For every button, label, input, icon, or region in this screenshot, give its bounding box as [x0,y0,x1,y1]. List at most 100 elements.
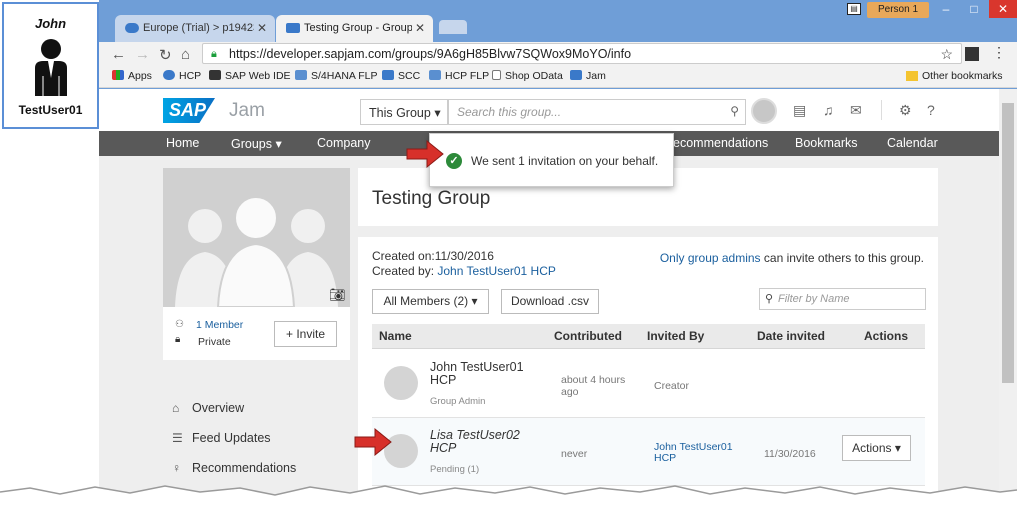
member-role: Group Admin [430,396,486,407]
url-text: https://developer.sapjam.com/groups/9A6g… [229,47,632,61]
jam-tab-icon [286,23,300,33]
download-csv-button[interactable]: Download .csv [501,289,599,314]
tab-label: Testing Group - Group In [304,22,426,34]
red-arrow-toast-icon [406,139,444,169]
actions-dropdown[interactable]: Actions ▾ [842,435,911,461]
avatar[interactable] [751,98,777,124]
scrollbar-thumb[interactable] [1002,103,1014,383]
sidebar-item-recommendations[interactable]: ♀ Recommendations [172,461,296,475]
camera-icon[interactable]: 📷︎ [329,287,346,303]
bookmark-hcp[interactable]: HCP [163,70,201,82]
lightbulb-icon: ♀ [172,461,181,475]
new-tab-button[interactable] [439,20,467,34]
menu-icon[interactable]: ⋮ [992,44,1006,61]
col-name[interactable]: Name [379,329,412,343]
search-icon[interactable]: ⚲ [730,104,739,118]
table-row[interactable]: John TestUser01 HCP Group Admin about 4 h… [372,350,925,418]
nav-calendar[interactable]: Calendar [887,136,938,150]
chart-icon [295,70,307,80]
filter-input[interactable]: ⚲ Filter by Name [759,288,926,310]
search-scope-select[interactable]: This Group ▾ [360,99,448,125]
sidebar-item-overview[interactable]: ⌂ Overview [172,401,244,415]
help-icon[interactable]: ? [927,102,935,118]
user-last-name: TestUser01 [18,103,83,117]
lock-icon: 🔒︎ [211,48,217,60]
torn-edge [0,485,1017,515]
col-contributed[interactable]: Contributed [554,329,622,343]
member-status: Pending (1) [430,464,480,475]
window-controls: – □ ✕ [933,0,1017,18]
extension-icon[interactable] [965,47,979,61]
rss-icon: ☰ [172,431,183,445]
user-card: John TestUser01 [2,2,99,129]
nav-home[interactable]: Home [166,136,199,150]
jam-header: SAP Jam This Group ▾ Search this group..… [99,89,999,131]
home-icon[interactable]: ⌂ [181,46,190,63]
close-window-icon[interactable]: ✕ [989,0,1017,18]
nav-bookmarks[interactable]: Bookmarks [795,136,858,150]
back-icon[interactable]: ← [111,46,126,63]
sidebar-item-feed-updates[interactable]: ☰ Feed Updates [172,431,271,445]
creator-link[interactable]: John TestUser01 HCP [437,264,556,278]
tab-testing-group[interactable]: Testing Group - Group In ✕ [276,15,433,42]
sap-logo[interactable]: SAP [163,98,215,123]
bookmark-star-icon[interactable]: ☆ [940,46,953,63]
members-card: Created on:11/30/2016 Created by: John T… [358,237,938,500]
nav-recommendations[interactable]: Recommendations [664,136,768,150]
page-title: Testing Group [372,188,491,209]
tab-label: Europe (Trial) > p194232 [143,22,266,34]
lock-icon: 🔒︎ [175,334,181,345]
profile-badge[interactable]: Person 1 [867,2,929,18]
member-name[interactable]: John TestUser01 HCP [430,361,524,387]
clipboard-icon[interactable]: ▤ [793,102,806,119]
bookmark-scc[interactable]: SCC [382,70,420,82]
maximize-icon[interactable]: □ [961,0,987,18]
contributed: never [561,448,588,460]
browser-window: Europe (Trial) > p194232 ✕ Testing Group… [99,0,1017,500]
group-profile-card: 📷︎ ⚇ 1 Member 🔒︎ Private + Invite [163,168,350,360]
search-icon: ⚲ [765,293,774,305]
tab-europe-trial[interactable]: Europe (Trial) > p194232 ✕ [115,15,275,42]
browser-toolbar: ← → ↻ ⌂ 🔒︎ https://developer.sapjam.com/… [99,42,1017,66]
group-silhouette-icon [163,168,350,307]
browser-titlebar: Europe (Trial) > p194232 ✕ Testing Group… [99,0,1017,42]
bell-icon[interactable]: ♫ [823,102,834,118]
all-members-dropdown[interactable]: All Members (2) ▾ [372,289,489,314]
table-row[interactable]: Lisa TestUser02 HCP Pending (1) never Joh… [372,418,925,486]
bookmark-hcp-flp[interactable]: HCP FLP [429,70,489,82]
minimize-icon[interactable]: – [933,0,959,18]
nav-company[interactable]: Company [317,136,371,150]
cloud-icon [125,23,139,33]
bookmark-apps[interactable]: Apps [112,70,152,82]
close-tab-icon[interactable]: ✕ [253,21,267,35]
bookmark-shop-odata[interactable]: Shop OData [492,70,563,82]
user-avatar-icon [35,39,67,96]
cloud-icon [163,70,175,80]
member-count-link[interactable]: 1 Member [196,319,243,331]
scrollbar[interactable] [999,89,1017,500]
close-tab-icon[interactable]: ✕ [411,21,425,35]
window-icon: ▤ [847,3,861,15]
invite-button[interactable]: + Invite [274,321,337,347]
address-bar[interactable]: 🔒︎ https://developer.sapjam.com/groups/9… [202,43,962,64]
col-invited-by[interactable]: Invited By [647,329,704,343]
invited-by-link[interactable]: John TestUser01 HCP [654,442,733,464]
invite-permission-note: Only group admins can invite others to t… [659,251,924,265]
other-bookmarks[interactable]: Other bookmarks [922,70,1003,82]
search-input[interactable]: Search this group... ⚲ [448,99,746,125]
col-date-invited[interactable]: Date invited [757,329,825,343]
gear-icon[interactable]: ⚙ [899,102,912,119]
nav-groups[interactable]: Groups ▾ [231,136,282,151]
folder-icon [906,71,918,81]
bookmark-jam[interactable]: Jam [570,70,606,82]
bookmark-s4hana-flp[interactable]: S/4HANA FLP [295,70,378,82]
reload-icon[interactable]: ↻ [159,46,172,64]
created-on: Created on:11/30/2016 [372,249,494,263]
member-name[interactable]: Lisa TestUser02 HCP [430,429,520,455]
group-admins-link[interactable]: Only group admins [660,251,761,265]
group-photo [163,168,350,307]
checkmark-icon: ✓ [446,153,462,169]
envelope-icon[interactable]: ✉ [850,102,862,119]
bookmark-sap-web-ide[interactable]: SAP Web IDE [209,70,291,82]
forward-icon[interactable]: → [135,46,150,63]
